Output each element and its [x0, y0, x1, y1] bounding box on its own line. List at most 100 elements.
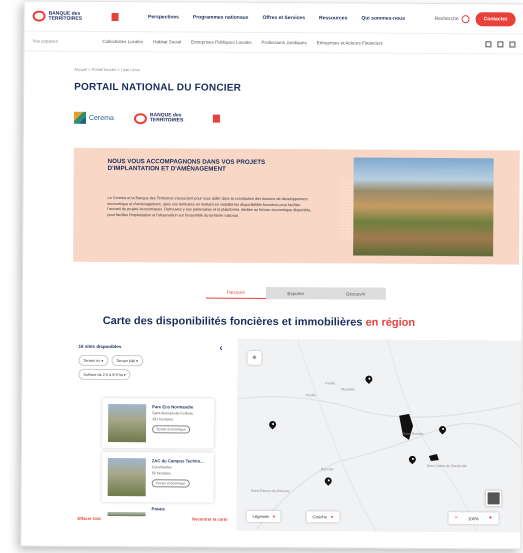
banque-territoires-logo: BANQUE des TERRITOIRES: [133, 112, 220, 125]
brand-logo[interactable]: BANQUE des TERRITOIRES: [32, 10, 119, 23]
chevron-down-icon: ▾: [330, 514, 334, 520]
logo-ring-icon: [133, 112, 147, 124]
map-title-main: Carte des disponibilités foncières et im…: [102, 314, 363, 329]
site-title: Parc Eco Normandie: [152, 404, 194, 410]
browser-page: BANQUE des TERRITOIRES Perspectives Prog…: [20, 0, 523, 550]
site-type-badge: Terrain économique: [152, 425, 190, 434]
share-icon[interactable]: [509, 40, 516, 47]
filter-terrain-nu[interactable]: Terrain nu ▾: [78, 354, 109, 366]
landscape-photo: [353, 157, 494, 257]
page-title: PORTAIL NATIONAL DU FONCIER: [74, 81, 242, 94]
filter-label: Terrain nu: [83, 358, 101, 363]
tab-exporter[interactable]: Exporter: [265, 286, 326, 300]
subnav-item-collectivites[interactable]: Collectivités Locales: [102, 39, 143, 44]
map-label: Saint-Étienne-du-Rouvray: [250, 488, 290, 494]
site-area: 101 hectares: [152, 417, 173, 422]
tab-decouvrir[interactable]: Découvrir: [325, 287, 386, 300]
site-marker[interactable]: [269, 421, 276, 430]
partner-logos: Cerema BANQUE des TERRITOIRES: [73, 111, 220, 125]
view-tabs: Parcourir Exporter Découvrir: [205, 286, 386, 300]
subnav-item-epl[interactable]: Entreprises Publiques Locales: [191, 39, 252, 44]
nav-item-offres[interactable]: Offres et Services: [262, 14, 305, 20]
subnav-item-habitat[interactable]: Habitat Social: [153, 39, 181, 44]
filter-label: Terrain bâti: [116, 359, 136, 364]
results-count: 18 sites disponibles: [78, 343, 122, 350]
list-item[interactable]: Pasais: [101, 505, 214, 517]
site-marker[interactable]: [365, 376, 372, 385]
logo-text: BANQUE des TERRITOIRES: [149, 112, 184, 124]
list-item[interactable]: Parc Eco Normandie Saint-Romain-de-Colbo…: [101, 397, 215, 449]
site-title: Pasais: [151, 506, 165, 512]
map-label: Notre-Dame-de-Bondeville: [426, 463, 467, 469]
map-base-layer: [237, 338, 523, 533]
subnav-item-juridiques[interactable]: Professions Juridiques: [261, 40, 306, 45]
nav-item-qui-sommes-nous[interactable]: Qui sommes-nous: [361, 15, 405, 21]
layer-button[interactable]: Couche ▾: [306, 511, 340, 523]
map-label: Pavilly: [325, 381, 336, 386]
zoom-out-button[interactable]: −: [454, 515, 458, 521]
filter-label: Surface de 2,5 à 9,9 ha: [83, 372, 123, 378]
top-header: BANQUE des TERRITOIRES Perspectives Prog…: [24, 1, 523, 35]
search-icon[interactable]: [461, 14, 470, 23]
site-marker[interactable]: [325, 477, 332, 486]
results-panel: 18 sites disponibles ‹ Terrain nu ▾ Terr…: [71, 337, 233, 531]
map-label: Barentin: [320, 467, 334, 472]
nav-item-programmes[interactable]: Programmes nationaux: [193, 14, 249, 20]
zoom-in-button[interactable]: +: [489, 515, 493, 521]
collapse-panel-chevron-icon[interactable]: ‹: [220, 343, 223, 353]
clear-all-link[interactable]: Effacer tout: [77, 516, 100, 521]
contact-button[interactable]: Contactez: [475, 11, 516, 26]
print-icon[interactable]: [497, 40, 504, 47]
zoom-level: 100%: [468, 515, 479, 521]
tab-parcourir[interactable]: Parcourir: [205, 286, 266, 299]
cerema-logo: Cerema: [73, 111, 114, 124]
map-label: Saint-Romain: [403, 431, 424, 436]
site-marker[interactable]: [439, 426, 446, 435]
search-box[interactable]: Recherche: [434, 14, 470, 23]
map-section-title: Carte des disponibilités foncières et im…: [103, 315, 415, 329]
filter-terrain-bati[interactable]: Terrain bâti ▾: [111, 355, 144, 367]
site-marker[interactable]: [409, 456, 416, 465]
map-label: Yerville: [305, 393, 317, 398]
filter-list: Terrain nu ▾ Terrain bâti ▾ Surface de 2…: [78, 354, 198, 381]
subnav-item-entreprises[interactable]: Entreprises et Acteurs Financiers: [317, 40, 383, 45]
site-thumbnail: [107, 403, 147, 443]
site-title: ZAC du Campus Techno...: [151, 458, 204, 464]
recenter-map-link[interactable]: Recentrer la carte: [192, 517, 227, 522]
logo-text: BANQUE des TERRITOIRES: [48, 10, 83, 22]
search-icon[interactable]: [485, 40, 492, 47]
site-type-badge: Terrain économique: [151, 479, 190, 488]
legend-button[interactable]: Légende ▾: [246, 510, 281, 523]
site-location: Colombelles: [151, 465, 172, 470]
hero-body: Le Cerema et la Banque des Territoires s…: [107, 195, 312, 218]
search-label: Recherche: [434, 15, 459, 22]
filter-surface[interactable]: Surface de 2,5 à 9,9 ha ▾: [78, 368, 131, 381]
nav-item-ressources[interactable]: Ressources: [319, 15, 347, 21]
cerema-mark-icon: [73, 111, 86, 124]
site-area: 50 hectares: [151, 471, 171, 476]
layer-label: Couche: [312, 514, 327, 520]
map-label: Montville: [341, 387, 355, 392]
legend-label: Légende: [252, 513, 269, 519]
site-location: Saint-Romain-de-Colbosc: [152, 411, 194, 416]
satellite-layer-toggle[interactable]: [485, 490, 502, 507]
geolocate-button[interactable]: ⌖: [247, 350, 262, 365]
chevron-down-icon: ▾: [272, 514, 275, 520]
list-item[interactable]: ZAC du Campus Techno... Colombelles 50 h…: [101, 451, 214, 503]
zoom-control: − 100% +: [448, 512, 499, 525]
panel-footer: Effacer tout Recentrer la carte: [77, 516, 227, 522]
logo-ring-icon: [32, 10, 46, 22]
logo-square-icon: [212, 114, 220, 123]
nav-item-perspectives[interactable]: Perspectives: [148, 14, 179, 20]
map-view[interactable]: Yerville Pavilly Montville Saint-Romain …: [236, 338, 523, 533]
breadcrumb[interactable]: Accueil > Portail foncier > Liste Lieux: [74, 67, 140, 72]
main-nav: Perspectives Programmes nationaux Offres…: [119, 14, 435, 22]
secondary-nav-label: Vos espaces: [32, 38, 58, 44]
site-thumbnail: [107, 457, 146, 497]
cerema-logo-text: Cerema: [88, 114, 114, 122]
secondary-nav: Vos espaces Collectivités Locales Habita…: [24, 31, 523, 55]
map-title-accent: en région: [365, 316, 416, 329]
logo-square-icon: [111, 12, 119, 21]
hero-heading: NOUS VOUS ACCOMPAGNONS DANS VOS PROJETS …: [107, 157, 266, 174]
hero-banner: NOUS VOUS ACCOMPAGNONS DANS VOS PROJETS …: [73, 147, 520, 265]
